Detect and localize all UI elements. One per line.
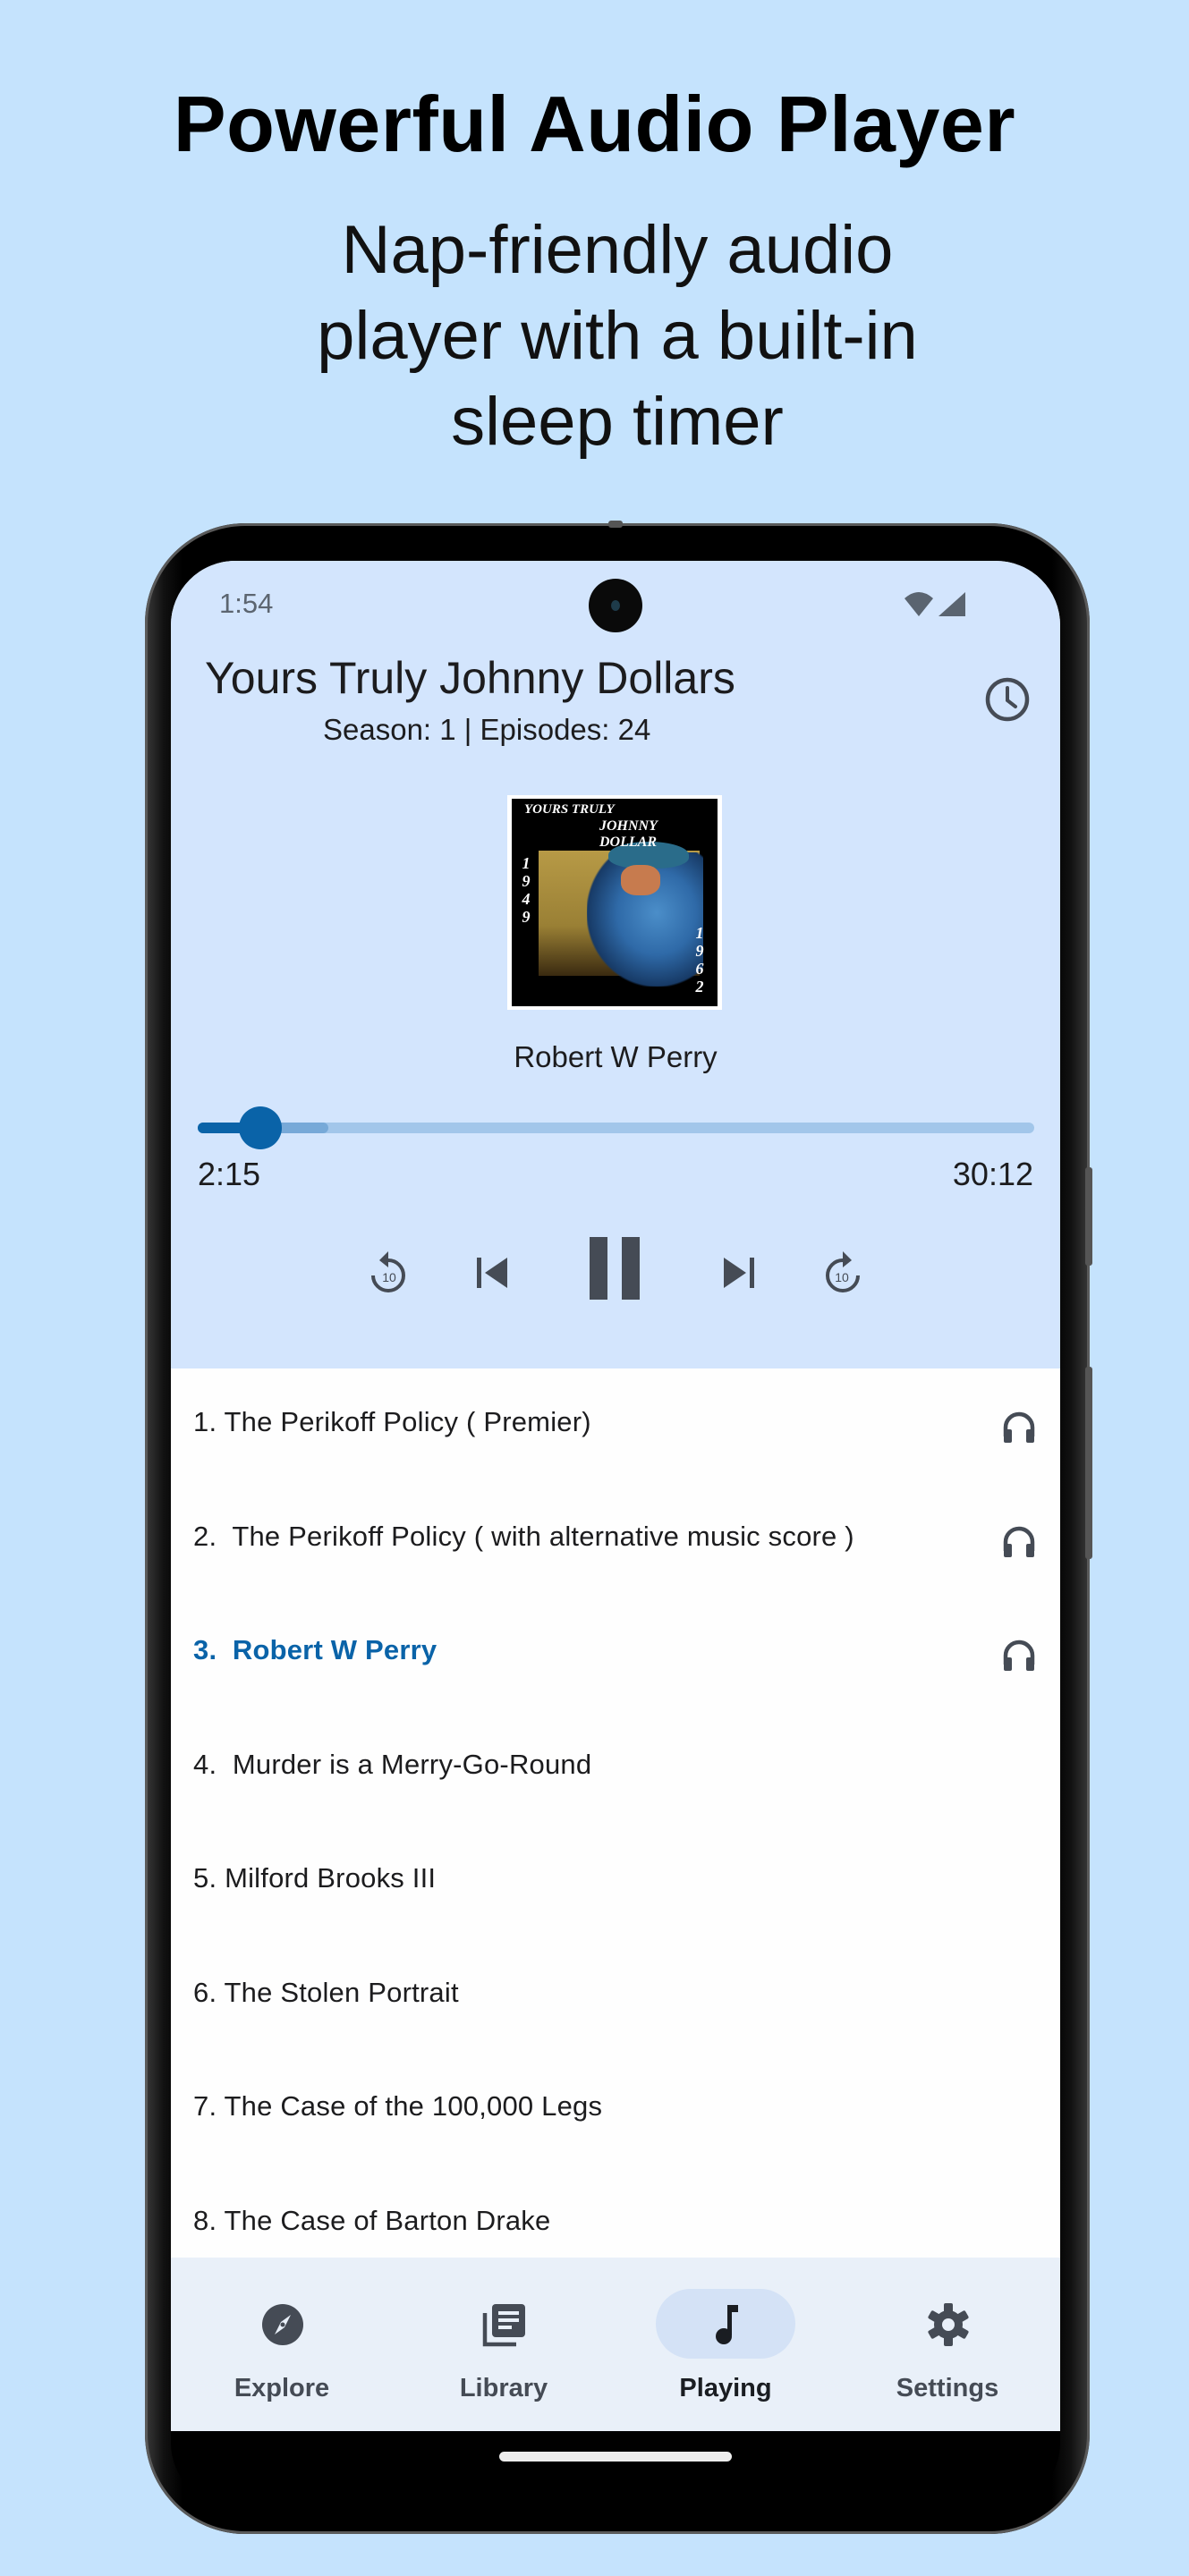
cover-face <box>621 865 660 895</box>
sleep-timer-button[interactable] <box>981 674 1033 725</box>
rewind-10-button[interactable]: 10 <box>366 1248 411 1302</box>
playback-controls: 10 10 <box>171 1232 1060 1312</box>
skip-previous-icon <box>477 1258 507 1288</box>
cover-title-line2: JOHNNY DOLLAR <box>599 818 658 850</box>
episode-item[interactable]: 4. Murder is a Merry-Go-Round <box>171 1713 1060 1827</box>
episode-title: 1. The Perikoff Policy ( Premier) <box>193 1406 591 1437</box>
skip-previous-button[interactable] <box>473 1254 513 1296</box>
episode-item[interactable]: 6. The Stolen Portrait <box>171 1941 1060 2055</box>
episode-title: 8. The Case of Barton Drake <box>193 2204 551 2236</box>
seek-slider[interactable] <box>198 1106 1034 1149</box>
headphones-icon <box>1001 1524 1037 1560</box>
power-button <box>1085 1367 1092 1559</box>
nav-item-explore[interactable]: Explore <box>171 2258 393 2432</box>
bottom-bezel <box>171 2431 1060 2507</box>
episode-title: 5. Milford Brooks III <box>193 1862 437 1894</box>
forward-10-icon: 10 <box>826 1251 860 1292</box>
cover-image: YOURS TRULY JOHNNY DOLLAR 1949 1962 <box>512 799 718 1006</box>
music-note-icon <box>716 2305 738 2344</box>
subtitle-line: sleep timer <box>451 384 784 460</box>
episode-title: 4. Murder is a Merry-Go-Round <box>193 1748 592 1780</box>
episode-item[interactable]: 2. The Perikoff Policy ( with alternativ… <box>171 1485 1060 1599</box>
cover-year-end: 1962 <box>695 924 704 996</box>
skip-next-icon <box>724 1258 754 1288</box>
nav-item-settings[interactable]: Settings <box>837 2258 1058 2432</box>
app-screen: 1:54 Yours Truly Johnny Dollars Season: … <box>171 561 1060 2432</box>
episode-item[interactable]: 1. The Perikoff Policy ( Premier) <box>171 1370 1060 1485</box>
nav-item-playing[interactable]: Playing <box>615 2258 837 2432</box>
nav-item-library[interactable]: Library <box>393 2258 615 2432</box>
cellular-signal-icon <box>938 592 965 616</box>
gear-icon <box>928 2303 969 2346</box>
top-edge-mark <box>608 521 623 528</box>
rewind-seconds-label: 10 <box>382 1270 396 1284</box>
show-title: Yours Truly Johnny Dollars <box>205 653 735 703</box>
compass-icon <box>262 2304 303 2345</box>
now-playing-title: Robert W Perry <box>514 1040 718 1073</box>
wifi-icon <box>904 592 933 616</box>
volume-button <box>1085 1167 1092 1266</box>
subtitle-line: player with a built-in <box>317 298 918 374</box>
promo-subtitle: Nap-friendly audio player with a built-i… <box>224 208 1011 465</box>
status-icons <box>904 592 965 616</box>
forward-seconds-label: 10 <box>835 1270 849 1284</box>
headphones-icon <box>1001 1638 1037 1674</box>
show-meta: Season: 1 | Episodes: 24 <box>323 713 651 746</box>
front-camera <box>589 579 642 632</box>
episode-item[interactable]: 5. Milford Brooks III <box>171 1826 1060 1941</box>
pause-button[interactable] <box>582 1232 647 1308</box>
seek-thumb[interactable] <box>239 1106 283 1149</box>
episode-title: 7. The Case of the 100,000 Legs <box>193 2090 603 2122</box>
total-duration: 30:12 <box>952 1156 1033 1192</box>
nav-label: Playing <box>679 2374 772 2402</box>
nav-label: Settings <box>896 2374 999 2402</box>
promo-headline: Powerful Audio Player <box>173 80 1016 168</box>
episode-title: 3. Robert W Perry <box>193 1634 437 1665</box>
episode-title: 6. The Stolen Portrait <box>193 1976 459 2008</box>
nav-label: Library <box>459 2374 548 2402</box>
episode-list: 1. The Perikoff Policy ( Premier) 2. The … <box>171 1368 1060 2352</box>
headphones-icon <box>1001 1410 1037 1445</box>
cover-year-start: 1949 <box>522 854 531 926</box>
nav-label: Explore <box>234 2374 330 2402</box>
bottom-navigation: Explore Library Playing Settings <box>171 2258 1060 2432</box>
library-icon <box>482 2304 525 2347</box>
cover-art: YOURS TRULY JOHNNY DOLLAR 1949 1962 <box>507 795 722 1010</box>
status-time: 1:54 <box>219 588 274 619</box>
forward-10-button[interactable]: 10 <box>820 1248 865 1302</box>
player-panel: 1:54 Yours Truly Johnny Dollars Season: … <box>171 561 1060 1368</box>
clock-icon <box>985 677 1030 722</box>
replay-10-icon: 10 <box>371 1251 405 1292</box>
skip-next-button[interactable] <box>718 1254 758 1296</box>
home-gesture-bar[interactable] <box>499 2452 732 2462</box>
episode-item[interactable]: 7. The Case of the 100,000 Legs <box>171 2055 1060 2169</box>
episode-title: 2. The Perikoff Policy ( with alternativ… <box>193 1520 854 1552</box>
episode-item[interactable]: 3. Robert W Perry <box>171 1598 1060 1713</box>
subtitle-line: Nap-friendly audio <box>341 212 894 288</box>
pause-icon <box>590 1237 640 1300</box>
current-time: 2:15 <box>198 1156 261 1192</box>
cover-title-line1: YOURS TRULY <box>524 802 615 817</box>
